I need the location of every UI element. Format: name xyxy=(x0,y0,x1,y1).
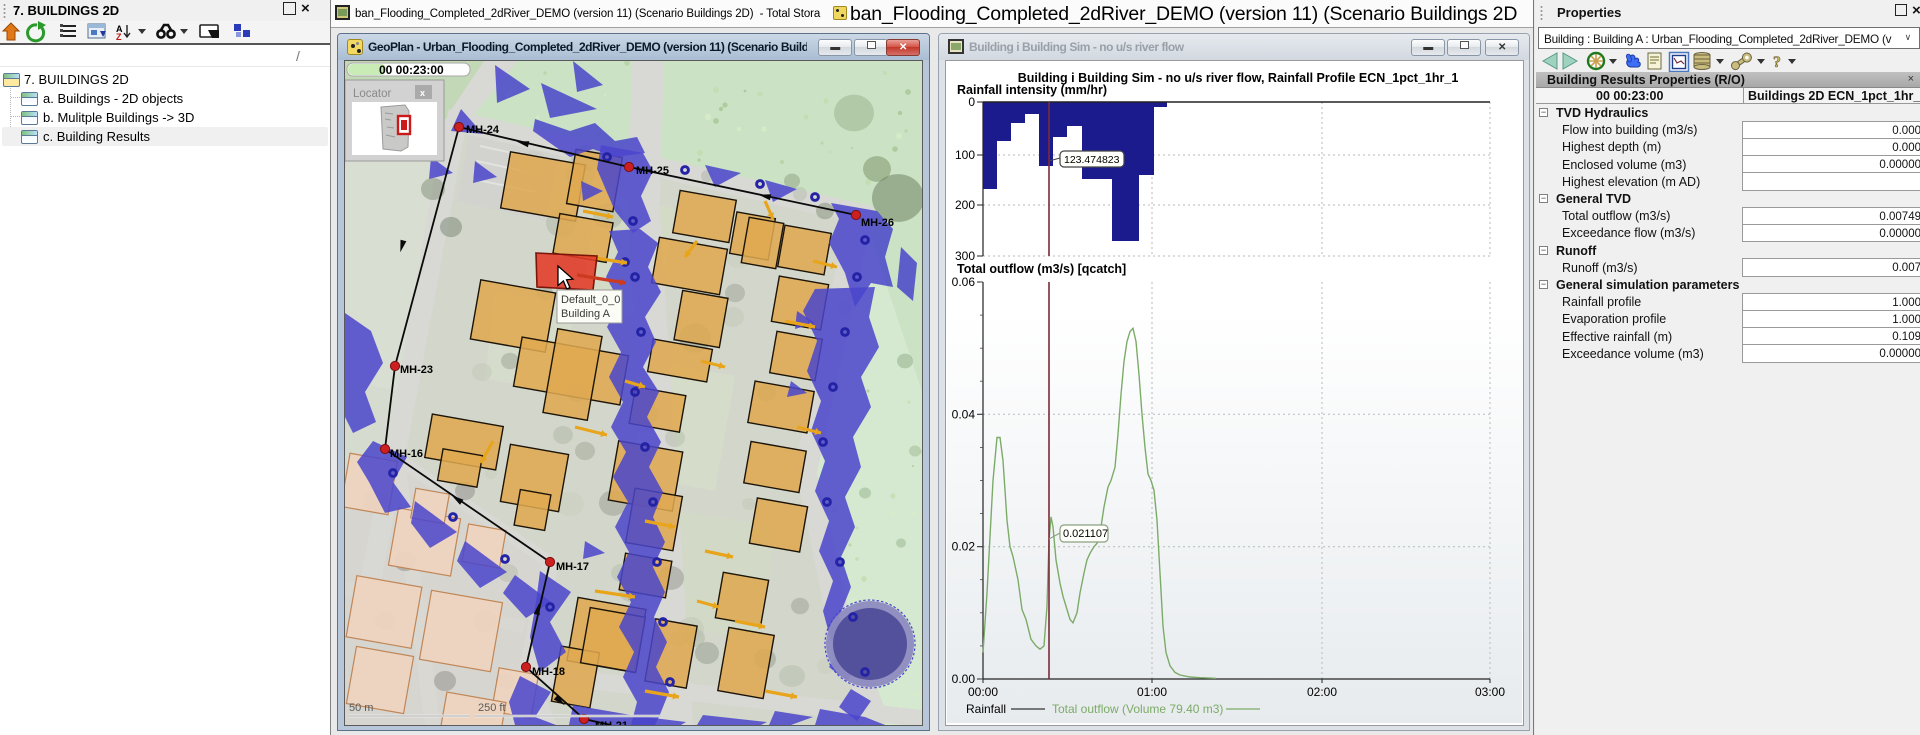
svg-text:250 ft: 250 ft xyxy=(478,702,506,714)
svg-text:MH-17: MH-17 xyxy=(556,561,589,573)
svg-text:01:00: 01:00 xyxy=(1137,685,1167,699)
svg-text:MH-25: MH-25 xyxy=(636,165,669,177)
svg-text:MH-18: MH-18 xyxy=(532,666,565,678)
svg-text:300: 300 xyxy=(955,249,975,263)
svg-text:123.474823: 123.474823 xyxy=(1064,154,1120,166)
svg-text:03:00: 03:00 xyxy=(1475,685,1505,699)
svg-text:MH-26: MH-26 xyxy=(861,217,894,229)
svg-text:MH-24: MH-24 xyxy=(466,124,500,136)
svg-text:0.06: 0.06 xyxy=(952,275,976,289)
svg-text:Rainfall: Rainfall xyxy=(966,702,1006,716)
svg-text:Building A: Building A xyxy=(561,308,611,320)
svg-text:0: 0 xyxy=(968,95,975,109)
svg-text:Rainfall intensity (mm/hr): Rainfall intensity (mm/hr) xyxy=(957,83,1107,97)
svg-text:Total outflow (m3/s) [qcatch]: Total outflow (m3/s) [qcatch] xyxy=(957,262,1126,276)
svg-text:?: ? xyxy=(1773,54,1781,71)
svg-text:x: x xyxy=(420,88,425,98)
svg-text:Default_0_0: Default_0_0 xyxy=(561,294,620,306)
svg-text:02:00: 02:00 xyxy=(1307,685,1337,699)
svg-text:0.00: 0.00 xyxy=(952,672,976,686)
svg-text:MH-23: MH-23 xyxy=(400,364,433,376)
svg-text:0.021107: 0.021107 xyxy=(1063,528,1108,540)
svg-text:Total outflow (Volume 79.40 m3: Total outflow (Volume 79.40 m3) xyxy=(1052,702,1223,716)
svg-text:Z: Z xyxy=(116,32,122,42)
svg-text:00:00: 00:00 xyxy=(968,685,998,699)
svg-text:200: 200 xyxy=(955,198,975,212)
svg-text:0.04: 0.04 xyxy=(952,407,976,421)
svg-text:MH-21: MH-21 xyxy=(595,720,628,725)
svg-text:100: 100 xyxy=(955,148,975,162)
svg-text:Locator: Locator xyxy=(353,88,392,100)
svg-text:MH-16: MH-16 xyxy=(390,448,423,460)
svg-text:0.02: 0.02 xyxy=(952,540,976,554)
svg-text:50 m: 50 m xyxy=(349,702,373,714)
svg-text:00 00:23:00: 00 00:23:00 xyxy=(379,63,444,77)
